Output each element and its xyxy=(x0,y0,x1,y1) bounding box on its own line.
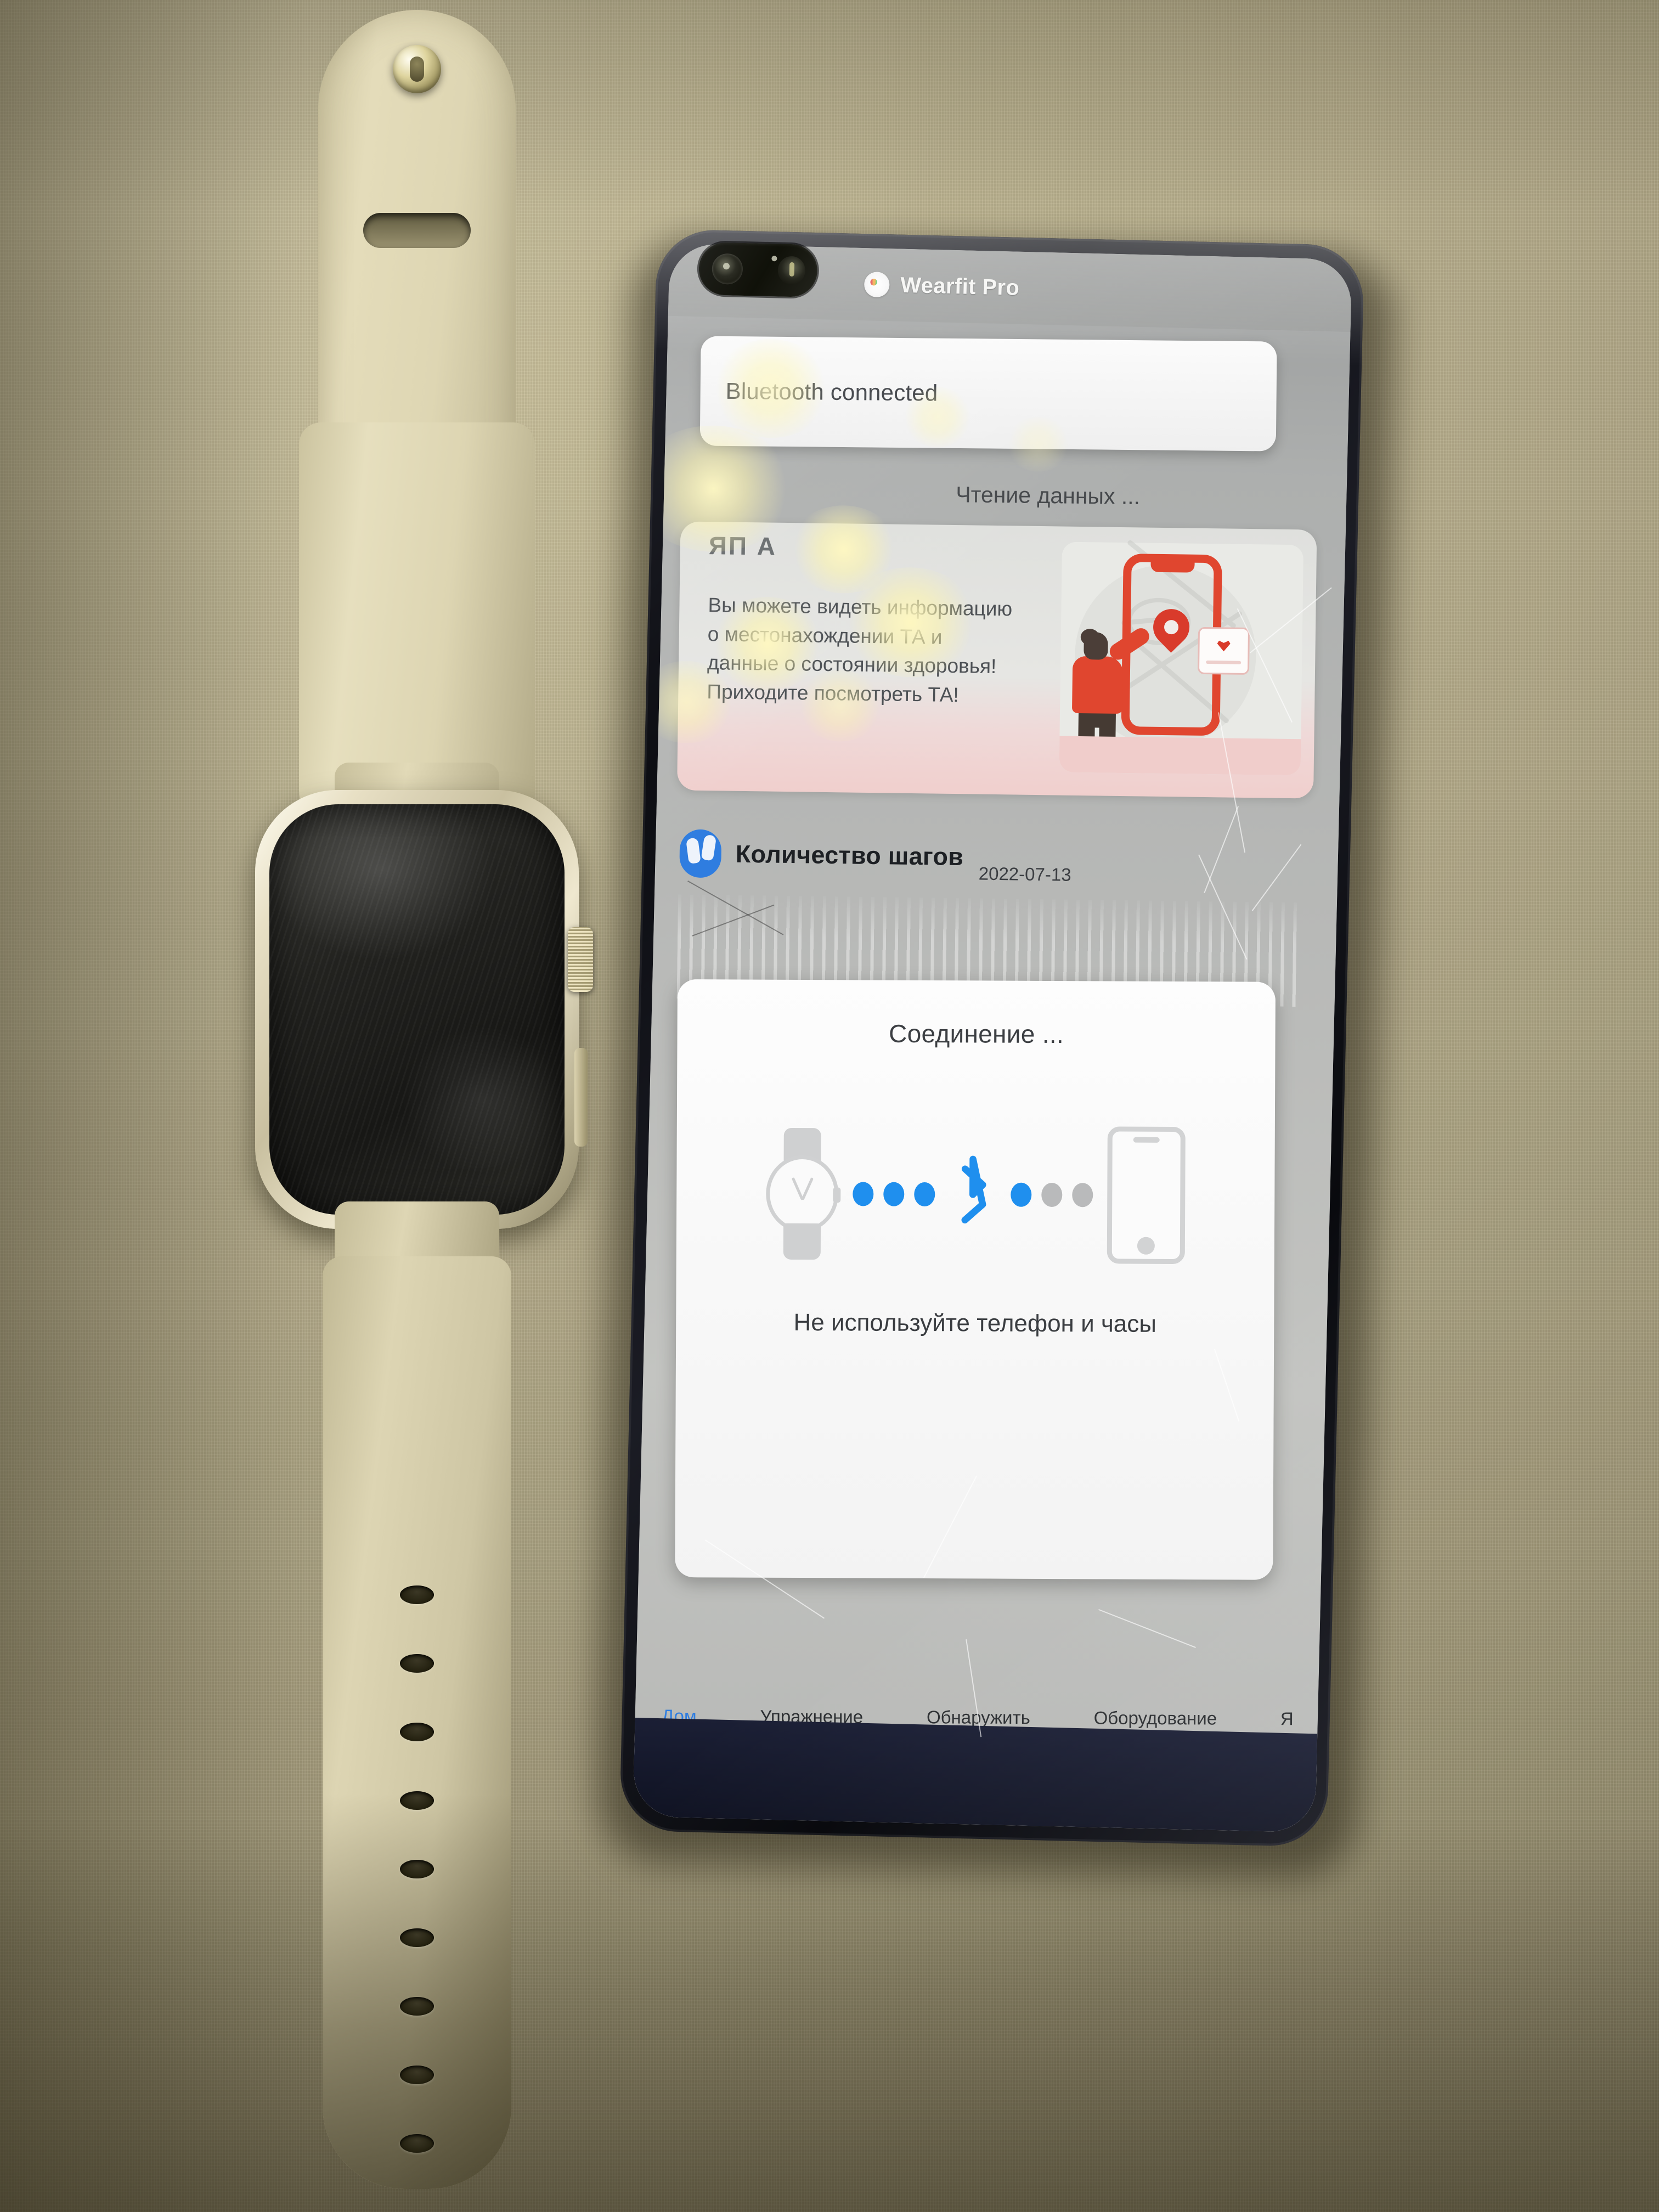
watch-band-hole xyxy=(400,2134,434,2153)
bluetooth-icon xyxy=(949,1153,997,1235)
watch-band-lower-shadow xyxy=(323,1794,511,2189)
watch-band-hole xyxy=(400,1723,434,1741)
watch-band-hole xyxy=(400,1654,434,1673)
promo-person-illustration xyxy=(1084,632,1108,660)
watch-screen[interactable] xyxy=(269,804,565,1215)
dual-punch-hole-camera-icon xyxy=(698,242,818,298)
app-title: Wearfit Pro xyxy=(900,273,1020,300)
phone-icon xyxy=(1107,1126,1186,1265)
watch-band-hole xyxy=(400,1585,434,1604)
watch-band-slot xyxy=(363,213,471,248)
watch-screen-smudges xyxy=(269,804,565,1215)
watch-band-stud xyxy=(393,45,441,93)
connection-dialog: Соединение ... Не используйте телефон и … xyxy=(675,979,1276,1580)
phone-frame: Wearfit Pro Bluetooth connected Чтение д… xyxy=(619,229,1365,1847)
watch-band-hole xyxy=(400,1860,434,1878)
bluetooth-toast: Bluetooth connected xyxy=(699,336,1277,452)
connection-animation-row xyxy=(676,1122,1275,1267)
photo-scene: Wearfit Pro Bluetooth connected Чтение д… xyxy=(0,0,1659,2212)
phone-bottom-bezel xyxy=(633,1718,1318,1833)
tab-me[interactable]: Я xyxy=(1280,1708,1294,1729)
connection-dot xyxy=(883,1182,905,1206)
digital-crown-icon[interactable] xyxy=(568,927,593,992)
connection-dots-right xyxy=(1011,1182,1093,1207)
android-phone: Wearfit Pro Bluetooth connected Чтение д… xyxy=(595,229,1396,1880)
connection-dot xyxy=(1011,1182,1032,1207)
connection-dot xyxy=(1041,1182,1063,1207)
wearfit-app: Wearfit Pro Bluetooth connected Чтение д… xyxy=(633,243,1352,1833)
bluetooth-toast-text: Bluetooth connected xyxy=(725,377,938,406)
steps-card-date: 2022-07-13 xyxy=(978,863,1071,885)
reading-status: Чтение данных ... xyxy=(664,474,1347,516)
promo-heading: ЯП А xyxy=(708,531,777,561)
watch-band-hole xyxy=(400,1997,434,2016)
connection-dialog-note: Не используйте телефон и часы xyxy=(793,1308,1157,1338)
connection-dot xyxy=(853,1182,874,1206)
promo-banner[interactable]: ЯП А Вы можете видеть информацию о место… xyxy=(677,521,1317,799)
watch-band-hole xyxy=(400,1791,434,1810)
tab-equipment[interactable]: Оборудование xyxy=(1094,1708,1217,1729)
watch-case xyxy=(255,790,593,1229)
connection-dot xyxy=(914,1182,935,1207)
connection-dialog-title: Соединение ... xyxy=(889,1019,1064,1049)
wearfit-app-icon xyxy=(864,272,890,298)
promo-health-card-icon xyxy=(1197,627,1250,675)
footprints-icon xyxy=(679,829,722,878)
connection-dot xyxy=(1072,1183,1093,1207)
watch-icon xyxy=(765,1127,841,1260)
watch-band-hole xyxy=(400,1928,434,1947)
watch-side-button[interactable] xyxy=(574,1048,588,1147)
promo-illustration xyxy=(1059,539,1304,776)
phone-screen[interactable]: Wearfit Pro Bluetooth connected Чтение д… xyxy=(633,243,1352,1833)
steps-card-header[interactable]: Количество шагов 2022-07-13 xyxy=(679,823,1294,891)
smartwatch xyxy=(208,5,625,2189)
reading-status-text: Чтение данных ... xyxy=(956,482,1141,510)
connection-dots-left xyxy=(853,1182,935,1207)
watch-band-hole xyxy=(400,2066,434,2084)
steps-card-title: Количество шагов xyxy=(735,839,964,871)
promo-body-text: Вы можете видеть информацию о местонахож… xyxy=(707,594,1013,706)
